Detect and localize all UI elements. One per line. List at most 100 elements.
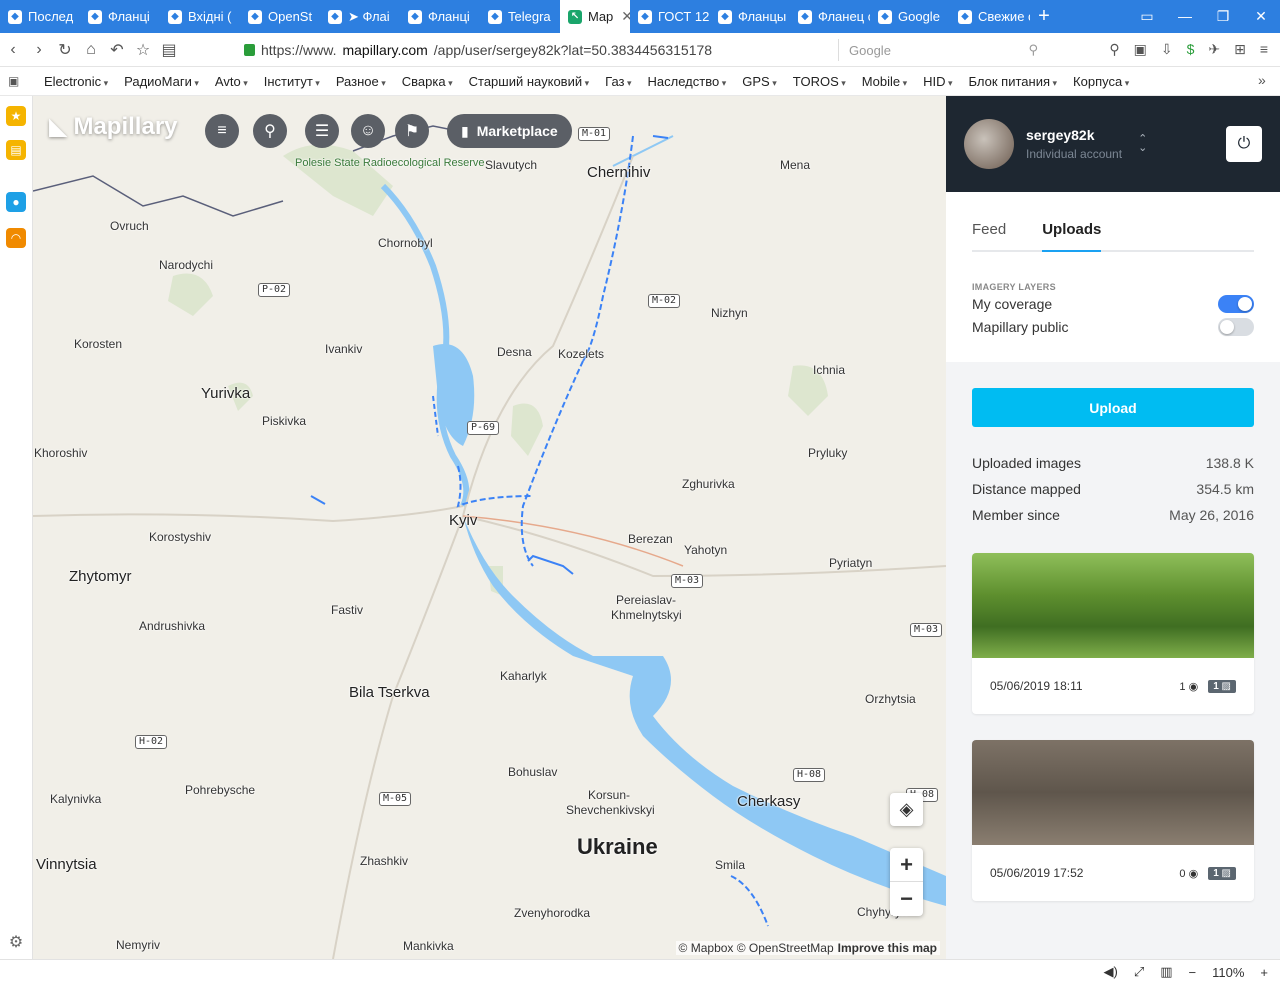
place-label[interactable]: Desna	[497, 345, 532, 359]
favorites-icon[interactable]: ★	[6, 106, 26, 126]
mapillary-logo[interactable]: ◣ Mapillary	[49, 112, 178, 141]
bookmark-folder[interactable]: Разное	[336, 74, 386, 89]
upload-button[interactable]: Upload	[972, 388, 1254, 427]
close-tab-icon[interactable]: ✕	[621, 8, 630, 25]
place-label[interactable]: Andrushivka	[139, 619, 205, 633]
upload-card[interactable]: 05/06/2019 18:11 1 ◉ 1 ▨	[972, 553, 1254, 714]
download-icon[interactable]: ⇩	[1161, 41, 1173, 58]
star-icon[interactable]: ☆	[130, 40, 156, 60]
place-label[interactable]: Kozelets	[558, 347, 604, 361]
place-label[interactable]: Korsun-	[588, 788, 630, 802]
map-view[interactable]: Slavutych Chernihiv Mena Ovruch Chornobyl Nar…	[33, 96, 946, 959]
reader-icon[interactable]: ▤	[156, 40, 182, 60]
place-label[interactable]: Mankivka	[403, 939, 454, 953]
place-label[interactable]: Khoroshiv	[34, 446, 87, 460]
place-label[interactable]: Yurivka	[201, 385, 250, 402]
volume-icon[interactable]: ◀)	[1103, 964, 1117, 980]
bookmark-folder[interactable]: Корпуса	[1073, 74, 1129, 89]
extension-icon[interactable]: ⚲	[1109, 41, 1119, 58]
place-label[interactable]: Zhashkiv	[360, 854, 408, 868]
zoom-level[interactable]: 110%	[1212, 965, 1244, 980]
place-label[interactable]: Pyriatyn	[829, 556, 872, 570]
place-label[interactable]: Ichnia	[813, 363, 845, 377]
bookmark-folder[interactable]: Старший науковий	[469, 74, 590, 89]
split-view-icon[interactable]: ▥	[1160, 964, 1172, 980]
place-label[interactable]: Korostyshiv	[149, 530, 211, 544]
layers-button[interactable]: ◈	[890, 793, 923, 826]
place-label[interactable]: Bohuslav	[508, 765, 557, 779]
place-label[interactable]: Khmelnytskyi	[611, 608, 682, 622]
notes-icon[interactable]: ▤	[6, 140, 26, 160]
place-label[interactable]: Ukraine	[577, 834, 658, 860]
rss-icon[interactable]: ◠	[6, 228, 26, 248]
place-label[interactable]: Kyiv	[449, 512, 477, 529]
place-label[interactable]: Shevchenkivskyi	[566, 803, 655, 817]
bookmark-folder[interactable]: TOROS	[793, 74, 846, 89]
place-label[interactable]: Mena	[780, 158, 810, 172]
place-label[interactable]: Nizhyn	[711, 306, 748, 320]
search-box[interactable]: Google ⚲	[838, 39, 1038, 61]
place-label[interactable]: Chernihiv	[587, 164, 650, 181]
logout-button[interactable]: ⏻	[1226, 126, 1262, 162]
undo-icon[interactable]: ↶	[104, 40, 130, 60]
zoom-in-button[interactable]: +	[890, 848, 923, 882]
zoom-out-button[interactable]: −	[890, 882, 923, 916]
bookmark-folder[interactable]: РадиоМаги	[124, 74, 199, 89]
map-features-button[interactable]: ⚑	[395, 114, 429, 148]
bookmark-folder[interactable]: Блок питания	[969, 74, 1058, 89]
sidebar-toggle-icon[interactable]: ▣	[8, 74, 19, 88]
bookmark-folder[interactable]: Electronic	[44, 74, 108, 89]
minimize-icon[interactable]: —	[1166, 0, 1204, 33]
place-label[interactable]: Zvenyhorodka	[514, 906, 590, 920]
bookmark-folder[interactable]: Avto	[215, 74, 248, 89]
place-label[interactable]: Smila	[715, 858, 745, 872]
zoom-out-icon[interactable]: −	[1189, 965, 1197, 980]
reload-icon[interactable]: ↻	[52, 40, 78, 60]
marketplace-button[interactable]: ▮ Marketplace	[447, 114, 572, 148]
upload-thumbnail[interactable]	[972, 553, 1254, 658]
sync-icon[interactable]: $	[1187, 41, 1195, 58]
place-label[interactable]: Orzhytsia	[865, 692, 916, 706]
filter-button[interactable]: ☰	[305, 114, 339, 148]
tab-item[interactable]: ◆ ➤ Флаі	[320, 0, 400, 33]
main-menu-button[interactable]: ≡	[205, 114, 239, 148]
screenshot-icon[interactable]: ▣	[1134, 41, 1147, 58]
upload-card[interactable]: 05/06/2019 17:52 0 ◉ 1 ▨	[972, 740, 1254, 901]
place-label[interactable]: Vinnytsia	[36, 856, 97, 873]
bookmark-folder[interactable]: Наследство	[648, 74, 727, 89]
tab-item[interactable]: ◆ Фланці	[400, 0, 480, 33]
account-switch-icon[interactable]: ⌃ ⌄	[1138, 134, 1147, 154]
tab-item[interactable]: ◆ Послед	[0, 0, 80, 33]
place-label[interactable]: Zhytomyr	[69, 568, 132, 585]
new-tab-icon[interactable]: +	[1030, 5, 1058, 28]
settings-icon[interactable]: ⚙	[6, 932, 26, 952]
place-label[interactable]: Nemyriv	[116, 938, 160, 952]
place-label[interactable]: Cherkasy	[737, 793, 800, 810]
home-icon[interactable]: ⌂	[78, 41, 104, 59]
window-menu-icon[interactable]: ▭	[1128, 0, 1166, 33]
speedup-icon[interactable]: ✈	[1208, 41, 1220, 58]
bookmark-folder[interactable]: Сварка	[402, 74, 453, 89]
place-label[interactable]: Piskivka	[262, 414, 306, 428]
tab-item[interactable]: ◆ Фланцы с	[710, 0, 790, 33]
place-label[interactable]: Bila Tserkva	[349, 684, 430, 701]
tab-item[interactable]: ◆ OpenSt	[240, 0, 320, 33]
place-label[interactable]: Slavutych	[485, 158, 537, 172]
url-field[interactable]: https://www. mapillary.com/app/user/serge…	[244, 38, 764, 62]
fullscreen-icon[interactable]: ⤢	[1134, 964, 1144, 980]
attribution-text[interactable]: © Mapbox © OpenStreetMap	[679, 941, 834, 955]
place-label[interactable]: Ovruch	[110, 219, 149, 233]
tab-item[interactable]: ◆ ГОСТ 1282	[630, 0, 710, 33]
tab-uploads[interactable]: Uploads	[1042, 221, 1102, 252]
weather-icon[interactable]: ●	[6, 192, 26, 212]
place-label[interactable]: Zghurivka	[682, 477, 735, 491]
tab-item[interactable]: ◆ Свежие с	[950, 0, 1030, 33]
close-window-icon[interactable]: ✕	[1242, 0, 1280, 33]
place-label[interactable]: Pereiaslav-	[616, 593, 676, 607]
tab-item[interactable]: ◆ Фланец с	[790, 0, 870, 33]
place-label[interactable]: Fastiv	[331, 603, 363, 617]
place-label[interactable]: Kalynivka	[50, 792, 101, 806]
bookmark-folder[interactable]: Mobile	[862, 74, 907, 89]
apps-icon[interactable]: ⊞	[1234, 41, 1246, 58]
tab-item[interactable]: ↖ Map ✕	[560, 0, 630, 33]
